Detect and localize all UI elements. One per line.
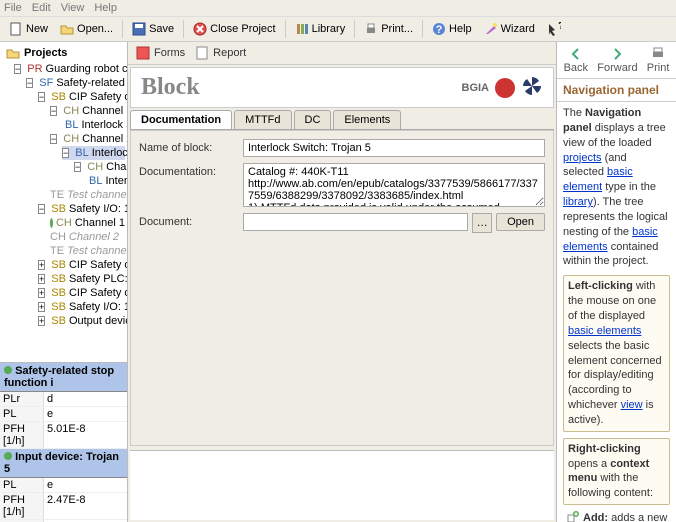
tree-node-bl-selected[interactable]: −BL Interlock Switch: [62, 146, 125, 160]
add-icon: [567, 511, 579, 522]
svg-text:?: ?: [436, 24, 443, 36]
documentation-textarea[interactable]: [243, 163, 545, 207]
help-button[interactable]: ? Help: [427, 19, 477, 39]
block-header: Block BGIA: [130, 67, 554, 108]
link-basic-elements[interactable]: basic elements: [568, 325, 641, 337]
save-label: Save: [149, 23, 174, 35]
menu-file[interactable]: File: [4, 2, 22, 14]
separator: [422, 20, 423, 38]
nav-back-button[interactable]: Back: [564, 46, 588, 74]
block-title: Block: [141, 74, 462, 101]
library-label: Library: [312, 23, 346, 35]
browse-button[interactable]: …: [472, 213, 492, 233]
tree-node-te[interactable]: TE Test channel: [50, 188, 125, 202]
tree-node-sf[interactable]: −SF Safety-related stop fun: [26, 76, 125, 90]
tree-node-sb[interactable]: +SB Safety PLC: GuardLo: [38, 272, 125, 286]
nav-help-body: The Navigation panel displays a tree vie…: [557, 102, 676, 522]
separator: [183, 20, 184, 38]
tree-node-te[interactable]: TE Test channel: [50, 244, 125, 258]
subtab-documentation[interactable]: Documentation: [130, 110, 232, 129]
new-button[interactable]: New: [4, 19, 53, 39]
print-button[interactable]: Print...: [359, 19, 418, 39]
project-tree[interactable]: Projects −PR Guarding robot cell −SF Saf…: [0, 42, 127, 362]
tree-node-sb[interactable]: −SB CIP Safety on Devic: [38, 90, 125, 104]
tree-title: Projects: [24, 47, 67, 59]
properties-panel: Safety-related stop function i PLrd PLe …: [0, 362, 127, 522]
doc-label: Documentation:: [139, 163, 239, 178]
tree-node-bl[interactable]: BL Interlock Sw: [86, 174, 125, 188]
help-label: Help: [449, 23, 472, 35]
list-item: Add: adds a new lower-level basic elemen…: [567, 511, 670, 522]
tree-node-sb[interactable]: +SB CIP Safety on Ether: [38, 286, 125, 300]
document-path-input[interactable]: [243, 213, 468, 231]
new-label: New: [26, 23, 48, 35]
props-header-input: Input device: Trojan 5: [0, 449, 127, 478]
documentation-pane: Name of block: Documentation: Document: …: [130, 130, 554, 446]
document-label: Document:: [139, 213, 239, 228]
menu-edit[interactable]: Edit: [32, 2, 51, 14]
context-help-button[interactable]: ?: [542, 19, 566, 39]
tree-node-sb[interactable]: +SB CIP Safety on Devic: [38, 258, 125, 272]
wizard-label: Wizard: [501, 23, 535, 35]
subtab-mttfd[interactable]: MTTFd: [234, 110, 291, 129]
nav-forward-button[interactable]: Forward: [597, 46, 637, 74]
separator: [354, 20, 355, 38]
separator: [122, 20, 123, 38]
link-projects[interactable]: projects: [563, 152, 602, 164]
nav-panel-title: Navigation panel: [557, 79, 676, 102]
svg-text:?: ?: [558, 22, 561, 32]
save-button[interactable]: Save: [127, 19, 179, 39]
print-label: Print...: [381, 23, 413, 35]
name-label: Name of block:: [139, 139, 239, 154]
tree-node-ch[interactable]: −CH Channel 1: [50, 104, 125, 118]
tree-node-ch[interactable]: −CH Channel 1: [74, 160, 125, 174]
tree-node-sb[interactable]: −SB Safety I/O: 1791ES: [38, 202, 125, 216]
close-project-button[interactable]: Close Project: [188, 19, 280, 39]
link-view[interactable]: view: [621, 399, 643, 411]
menu-help[interactable]: Help: [94, 2, 117, 14]
menu-view[interactable]: View: [61, 2, 85, 14]
open-button[interactable]: Open...: [55, 19, 118, 39]
open-label: Open...: [77, 23, 113, 35]
tree-node-ch[interactable]: CH Channel 1: [50, 216, 125, 230]
link-library[interactable]: library: [563, 196, 593, 208]
bgia-logo-text: BGIA: [462, 82, 490, 94]
tree-node-sb[interactable]: +SB Output device: 100S: [38, 314, 125, 328]
open-button[interactable]: Open: [496, 213, 545, 231]
wizard-button[interactable]: Wizard: [479, 19, 540, 39]
library-button[interactable]: Library: [290, 19, 351, 39]
tree-node-bl[interactable]: BL Interlock Switch: [62, 118, 125, 132]
tree-node-ch[interactable]: −CH Channel 2: [50, 132, 125, 146]
separator: [285, 20, 286, 38]
props-header-sf: Safety-related stop function i: [0, 363, 127, 392]
red-circle-icon: [495, 78, 515, 98]
nav-print-button[interactable]: Print: [647, 46, 670, 74]
tree-node-sb[interactable]: +SB Safety I/O: 1791ES: [38, 300, 125, 314]
name-input[interactable]: [243, 139, 545, 157]
tab-report[interactable]: Report: [195, 46, 246, 60]
subtab-elements[interactable]: Elements: [333, 110, 401, 129]
close-label: Close Project: [210, 23, 275, 35]
pinwheel-icon: [521, 75, 543, 100]
tree-node-project[interactable]: −PR Guarding robot cell: [14, 62, 125, 76]
tab-forms[interactable]: Forms: [136, 46, 185, 60]
subtab-dc[interactable]: DC: [294, 110, 332, 129]
tree-node-ch[interactable]: CH Channel 2: [50, 230, 125, 244]
status-area: [130, 450, 554, 520]
